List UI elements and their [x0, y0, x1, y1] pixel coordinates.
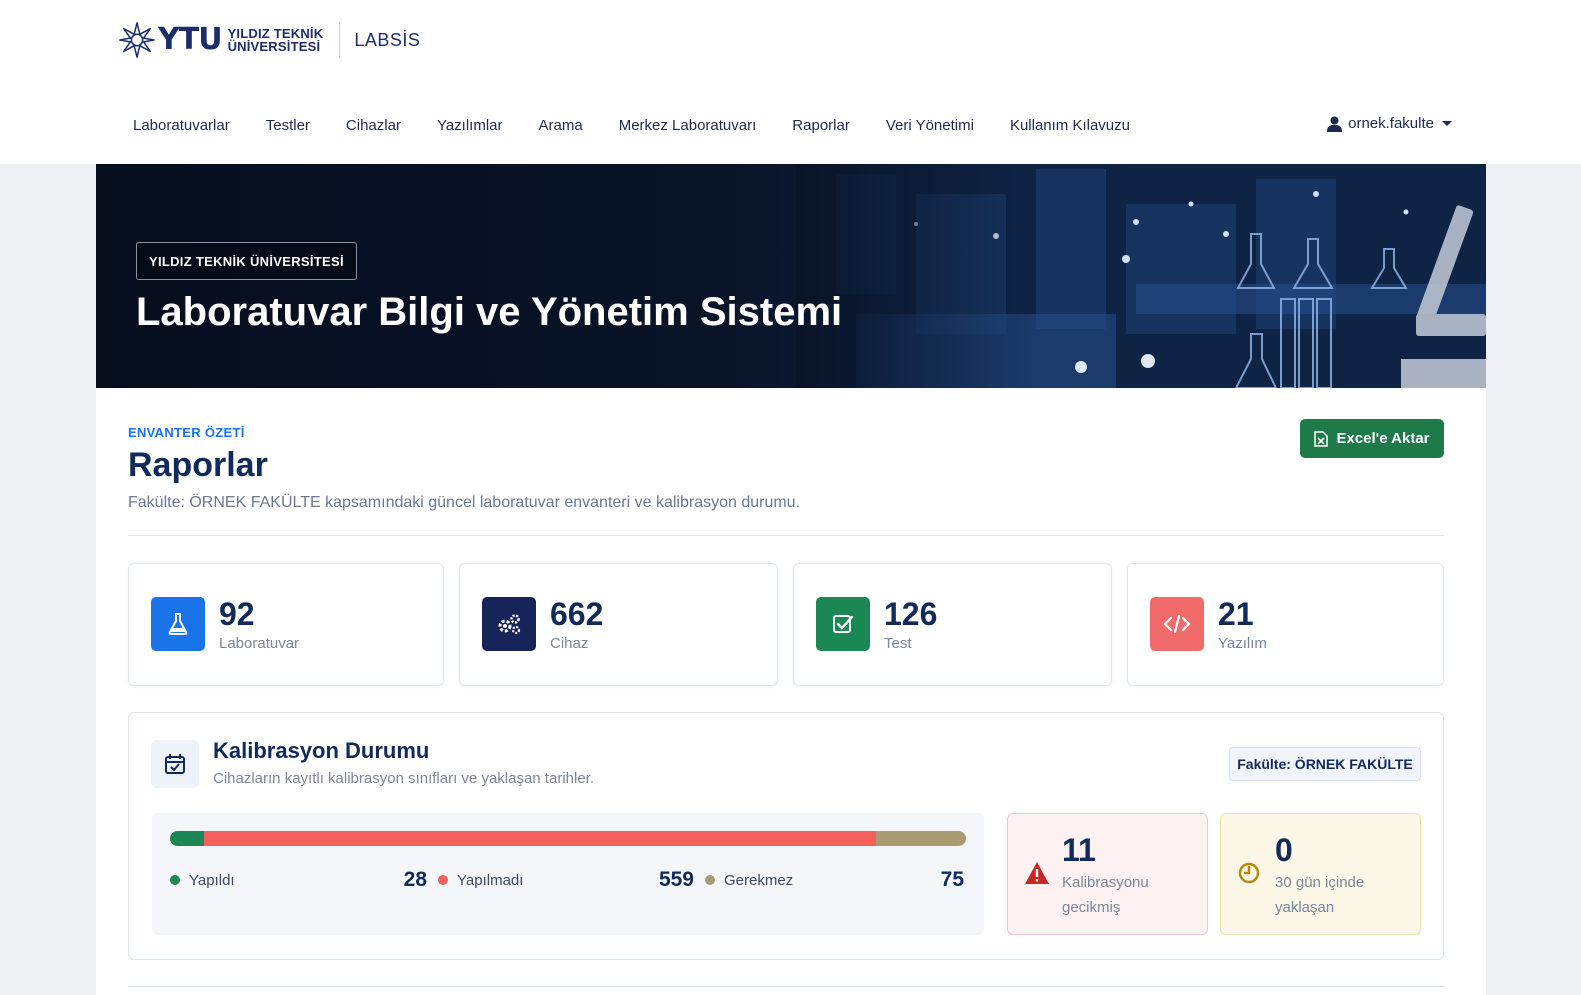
brand-divider: [339, 22, 341, 58]
stat-card-yazilim[interactable]: 21 Yazılım: [1127, 563, 1444, 686]
top-header: YTU YILDIZ TEKNİK ÜNİVERSİTESİ LABSİS La…: [0, 0, 1581, 164]
calibration-bar-panel: Yapıldı 28 Yapılmadı 559 Gerekmez 75: [152, 813, 984, 935]
hero-banner: YILDIZ TEKNİK ÜNİVERSİTESİ Laboratuvar B…: [96, 164, 1486, 388]
legend-label: Gerekmez: [724, 871, 794, 889]
nav-item-cihazlar[interactable]: Cihazlar: [346, 117, 401, 134]
user-icon: [1327, 116, 1343, 132]
nav-item-raporlar[interactable]: Raporlar: [792, 117, 850, 134]
clock-icon: [1238, 862, 1260, 884]
nav-item-merkez-laboratuvari[interactable]: Merkez Laboratuvarı: [619, 117, 757, 134]
legend-count: 28: [403, 868, 427, 891]
calendar-check-icon: [151, 740, 199, 788]
hero-title: Laboratuvar Bilgi ve Yönetim Sistemi: [136, 290, 843, 334]
stat-label: Yazılım: [1218, 635, 1267, 652]
flask-icon: [151, 597, 205, 651]
university-name-line2: ÜNİVERSİTESİ: [227, 39, 321, 54]
legend-dot: [438, 875, 448, 885]
stat-label: Test: [884, 635, 912, 652]
nav-item-kullanim-kilavuzu[interactable]: Kullanım Kılavuzu: [1010, 117, 1130, 134]
overdue-text: Kalibrasyonu gecikmiş: [1062, 874, 1149, 916]
star-logo-icon: [119, 22, 155, 58]
main-nav: Laboratuvarlar Testler Cihazlar Yazılıml…: [96, 108, 1486, 142]
user-name: ornek.fakulte: [1348, 115, 1434, 132]
divider: [128, 986, 1444, 987]
calibration-subtitle: Cihazların kayıtlı kalibrasyon sınıfları…: [213, 770, 594, 787]
user-menu[interactable]: ornek.fakulte: [1327, 115, 1452, 132]
upcoming-calibration-card[interactable]: 0 30 gün içinde yaklaşan: [1220, 813, 1421, 935]
code-icon: [1150, 597, 1204, 651]
stat-card-laboratuvar[interactable]: 92 Laboratuvar: [128, 563, 444, 686]
chevron-down-icon: [1442, 121, 1452, 126]
stat-card-test[interactable]: 126 Test: [793, 563, 1112, 686]
stat-label: Cihaz: [550, 635, 589, 652]
divider: [128, 535, 1444, 536]
laboratory-illustration: [796, 164, 1486, 388]
overdue-count: 11: [1062, 832, 1096, 868]
bar-segment-yapıldı: [170, 831, 204, 846]
export-excel-button[interactable]: Excel'e Aktar: [1300, 419, 1444, 458]
nav-item-yazilimlar[interactable]: Yazılımlar: [437, 117, 503, 134]
faculty-badge: Fakülte: ÖRNEK FAKÜLTE: [1229, 747, 1421, 781]
legend-label: Yapıldı: [189, 871, 235, 889]
logo-wordmark: YTU: [158, 22, 223, 57]
nav-item-veri-yonetimi[interactable]: Veri Yönetimi: [886, 117, 974, 134]
stat-label: Laboratuvar: [219, 635, 300, 652]
bar-segment-gerekmez: [875, 831, 966, 846]
university-name: YILDIZ TEKNİK ÜNİVERSİTESİ: [228, 27, 324, 53]
legend-count: 559: [658, 868, 694, 891]
stat-value: 21: [1218, 596, 1254, 632]
stat-value: 662: [550, 596, 604, 632]
university-chip: YILDIZ TEKNİK ÜNİVERSİTESİ: [136, 242, 357, 280]
upcoming-count: 0: [1275, 832, 1293, 868]
legend-gerekmez: Gerekmez: [705, 868, 793, 892]
stat-value: 126: [884, 596, 938, 632]
nav-item-arama[interactable]: Arama: [539, 117, 583, 134]
checkbox-icon: [816, 597, 870, 651]
legend-count: 75: [940, 868, 964, 891]
section-eyebrow: ENVANTER ÖZETİ: [128, 425, 245, 440]
legend-yapilmadi: Yapılmadı: [438, 868, 523, 892]
upcoming-text: 30 gün içinde yaklaşan: [1275, 874, 1365, 916]
nav-item-testler[interactable]: Testler: [266, 117, 310, 134]
page-subtitle: Fakülte: ÖRNEK FAKÜLTE kapsamındaki günc…: [128, 494, 801, 511]
legend-yapildi: Yapıldı: [170, 868, 235, 892]
excel-file-icon: [1314, 430, 1329, 447]
warning-icon: [1025, 862, 1049, 884]
legend-label: Yapılmadı: [457, 871, 524, 889]
legend-dot: [705, 875, 715, 885]
nav-item-laboratuvarlar[interactable]: Laboratuvarlar: [133, 117, 230, 134]
legend-dot: [170, 875, 180, 885]
reports-content: ENVANTER ÖZETİ Raporlar Fakülte: ÖRNEK F…: [96, 388, 1486, 995]
calibration-panel: Kalibrasyon Durumu Cihazların kayıtlı ka…: [128, 712, 1444, 960]
stat-value: 92: [219, 596, 255, 632]
bar-segment-yapılmadı: [203, 831, 876, 846]
calibration-title: Kalibrasyon Durumu: [213, 738, 430, 763]
calibration-progress-bar: [170, 831, 966, 846]
export-excel-label: Excel'e Aktar: [1336, 430, 1430, 447]
gears-icon: [482, 597, 536, 651]
brand-logo[interactable]: YTU YILDIZ TEKNİK ÜNİVERSİTESİ LABSİS: [118, 20, 420, 60]
stat-card-cihaz[interactable]: 662 Cihaz: [459, 563, 778, 686]
page-title: Raporlar: [128, 446, 268, 484]
overdue-calibration-card[interactable]: 11 Kalibrasyonu gecikmiş: [1007, 813, 1208, 935]
app-name: LABSİS: [354, 29, 421, 50]
